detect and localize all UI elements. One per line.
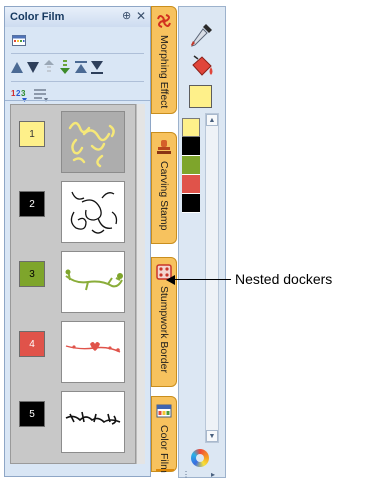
black-chain-thumbnail bbox=[65, 411, 121, 425]
yellow-ornament-thumbnail bbox=[68, 121, 115, 168]
eyedropper-icon bbox=[191, 24, 212, 47]
paint-bucket-button[interactable] bbox=[187, 53, 215, 81]
tab-active-marker bbox=[156, 469, 174, 471]
tab-morphing-effect[interactable]: Morphing Effect bbox=[151, 6, 177, 114]
paint-bucket-icon bbox=[192, 55, 213, 76]
frame-thumbnail[interactable] bbox=[61, 251, 125, 313]
move-to-top-icon bbox=[75, 60, 87, 73]
palette-expand-icon[interactable]: ▸ bbox=[211, 470, 215, 479]
frame-color-swatch[interactable]: 2 bbox=[19, 191, 45, 217]
palette-resize-grip-icon[interactable]: ⋮ bbox=[182, 470, 190, 479]
current-color-chip[interactable] bbox=[189, 85, 212, 108]
frame-thumbnail[interactable] bbox=[61, 321, 125, 383]
move-to-top-button[interactable] bbox=[74, 59, 88, 75]
move-to-bottom-button[interactable] bbox=[90, 59, 104, 75]
carving-stamp-icon bbox=[157, 140, 171, 154]
docker-divider bbox=[5, 100, 150, 101]
color-palette: ▲ ▼ ⋮ ▸ bbox=[178, 6, 226, 479]
film-frame-3[interactable]: 3 bbox=[15, 251, 129, 313]
tab-color-film[interactable]: Color Film bbox=[151, 396, 177, 473]
frame-color-swatch[interactable]: 1 bbox=[19, 121, 45, 147]
eyedropper-button[interactable] bbox=[187, 21, 215, 49]
palette-color-4[interactable] bbox=[182, 175, 200, 194]
palette-scrollbar[interactable]: ▲ ▼ bbox=[205, 113, 219, 443]
frame-number: 2 bbox=[29, 198, 35, 210]
frame-thumbnail[interactable] bbox=[61, 391, 125, 453]
film-frame-5[interactable]: 5 bbox=[15, 391, 129, 453]
toolbar-separator bbox=[11, 53, 144, 54]
triangle-up-icon bbox=[11, 61, 23, 73]
color-film-strip[interactable]: 1 2 3 4 5 bbox=[10, 104, 136, 464]
close-icon[interactable]: ✕ bbox=[136, 10, 146, 22]
move-to-bottom-icon bbox=[91, 60, 103, 74]
scroll-up-arrow-icon[interactable]: ▲ bbox=[206, 114, 218, 126]
docker-toolbar: 1 2 3 bbox=[5, 27, 150, 109]
tab-label: Morphing Effect bbox=[158, 35, 170, 109]
move-down-button[interactable] bbox=[26, 60, 40, 74]
docker-title: Color Film bbox=[10, 11, 65, 23]
film-strip-scrollbar[interactable] bbox=[136, 104, 145, 464]
callout-label: Nested dockers bbox=[235, 271, 333, 287]
step-down-icon bbox=[60, 60, 70, 74]
color-film-icon bbox=[156, 404, 172, 418]
tab-label: Color Film bbox=[158, 425, 170, 473]
frame-thumbnail[interactable] bbox=[61, 181, 125, 243]
black-outline-thumbnail bbox=[70, 191, 118, 234]
film-settings-button[interactable] bbox=[11, 33, 27, 47]
frame-color-swatch[interactable]: 3 bbox=[19, 261, 45, 287]
scroll-down-arrow-icon[interactable]: ▼ bbox=[206, 430, 218, 442]
palette-color-3[interactable] bbox=[182, 156, 200, 175]
morphing-effect-icon bbox=[157, 14, 171, 28]
tab-carving-stamp[interactable]: Carving Stamp bbox=[151, 132, 177, 244]
green-vine-thumbnail bbox=[65, 269, 123, 291]
pin-icon[interactable]: ⊕ bbox=[122, 10, 131, 22]
nested-docker-tabs: Morphing Effect Carving Stamp Stumpwork … bbox=[151, 6, 179, 478]
callout-arrowhead bbox=[166, 275, 175, 285]
frame-number: 5 bbox=[29, 408, 35, 420]
red-heart-chain-thumbnail bbox=[65, 342, 121, 353]
film-settings-icon bbox=[12, 34, 26, 46]
palette-color-list bbox=[182, 118, 200, 213]
frame-number: 3 bbox=[29, 268, 35, 280]
color-wheel-icon[interactable] bbox=[191, 449, 209, 467]
tab-label: Carving Stamp bbox=[158, 161, 170, 231]
step-down-button[interactable] bbox=[58, 59, 72, 75]
step-up-icon bbox=[44, 60, 54, 72]
frame-color-swatch[interactable]: 5 bbox=[19, 401, 45, 427]
film-frame-4[interactable]: 4 bbox=[15, 321, 129, 383]
palette-color-2[interactable] bbox=[182, 137, 200, 156]
tab-label: Stumpwork Border bbox=[158, 286, 170, 373]
frame-thumbnail[interactable] bbox=[61, 111, 125, 173]
callout-line bbox=[171, 279, 231, 280]
toolbar-separator bbox=[11, 81, 144, 82]
docker-header: Color Film ⊕ ✕ bbox=[5, 7, 150, 28]
film-frame-1[interactable]: 1 bbox=[15, 111, 129, 173]
palette-color-5[interactable] bbox=[182, 194, 200, 213]
frame-color-swatch[interactable]: 4 bbox=[19, 331, 45, 357]
film-frame-2[interactable]: 2 bbox=[15, 181, 129, 243]
frame-number: 4 bbox=[29, 338, 35, 350]
svg-text:3: 3 bbox=[21, 89, 26, 98]
triangle-down-icon bbox=[27, 61, 39, 73]
step-up-button[interactable] bbox=[42, 59, 56, 75]
move-up-button[interactable] bbox=[10, 60, 24, 74]
palette-color-1[interactable] bbox=[182, 118, 200, 137]
frame-number: 1 bbox=[29, 128, 35, 140]
